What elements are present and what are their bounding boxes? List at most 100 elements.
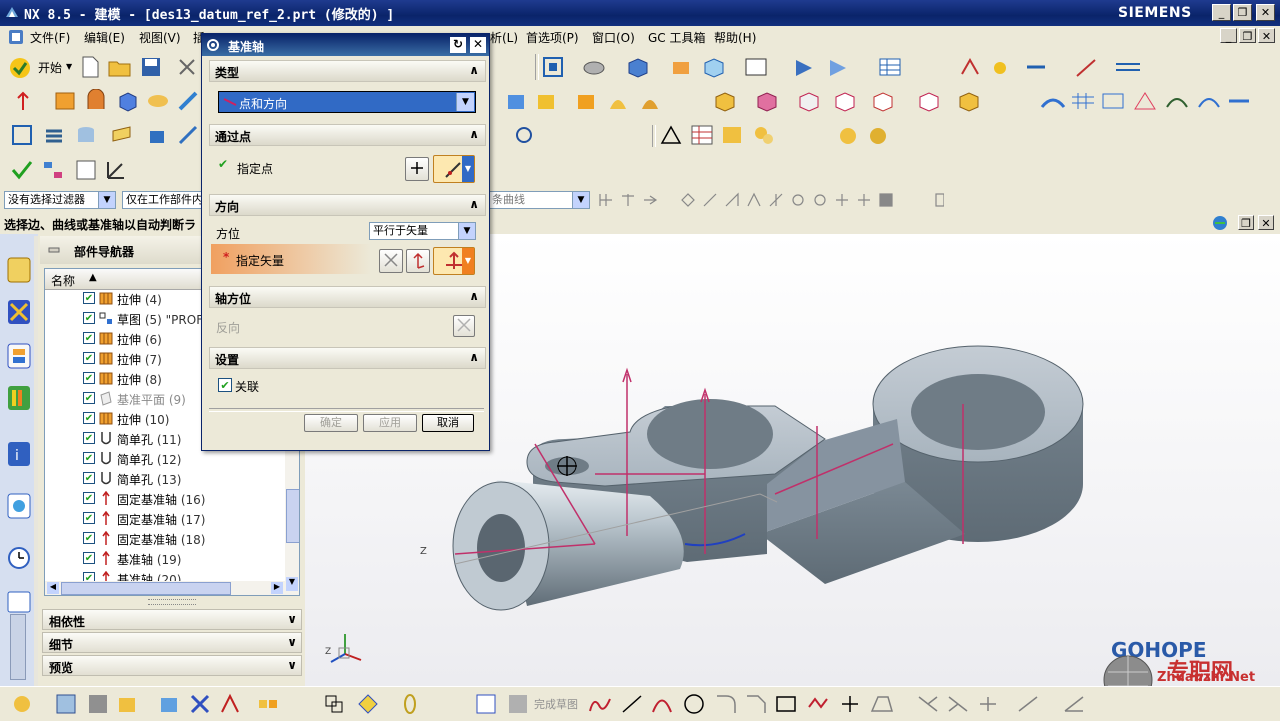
offset-curve-icon[interactable] xyxy=(868,693,896,715)
center-hole[interactable] xyxy=(647,399,773,469)
table-icon[interactable] xyxy=(878,56,902,78)
menu-view[interactable]: 视图(V) xyxy=(139,29,181,46)
menu-edit[interactable]: 编辑(E) xyxy=(84,29,125,46)
reverse-axis-button[interactable] xyxy=(453,315,475,337)
explode-icon[interactable] xyxy=(218,692,242,716)
assembly-constraint-icon[interactable] xyxy=(188,692,212,716)
mirror-feature-icon[interactable] xyxy=(754,89,780,113)
tag-icon[interactable] xyxy=(110,123,134,147)
wave-link-icon[interactable] xyxy=(356,692,380,716)
splitter-grip[interactable] xyxy=(148,599,196,605)
assembly-icon[interactable] xyxy=(146,123,170,147)
chamfer-icon[interactable] xyxy=(744,693,768,715)
component-icon[interactable] xyxy=(54,692,78,716)
view-restore-button[interactable]: ❐ xyxy=(1238,215,1254,230)
quick-trim-icon[interactable] xyxy=(916,693,940,715)
make-corner-icon[interactable] xyxy=(976,693,1000,715)
maximize-button[interactable]: ❐ xyxy=(1233,4,1252,21)
n-sided-icon[interactable] xyxy=(1196,89,1222,113)
tree-row[interactable]: ✔ 基准轴 (19) xyxy=(45,549,285,569)
point-dialog-button[interactable] xyxy=(405,157,429,181)
apply-button[interactable]: 应用 xyxy=(363,414,417,432)
sew-icon[interactable] xyxy=(1226,89,1252,113)
unite-icon[interactable] xyxy=(504,89,528,113)
clock-icon[interactable] xyxy=(6,544,32,572)
rectangle-icon[interactable] xyxy=(774,693,798,715)
globe-icon[interactable] xyxy=(1212,215,1228,231)
gear-group-icon[interactable] xyxy=(836,124,860,146)
snap-view-icon[interactable] xyxy=(826,56,850,78)
visibility-checkbox[interactable]: ✔ xyxy=(83,372,95,384)
render-style-icon[interactable] xyxy=(582,56,606,78)
open-folder-icon[interactable] xyxy=(108,56,132,78)
through-point-section-header[interactable]: 通过点 ∧ xyxy=(209,124,486,146)
profile-icon[interactable] xyxy=(588,693,612,715)
constraint-navigator-icon[interactable] xyxy=(6,298,32,326)
orientation-select[interactable]: 平行于矢量 ▼ xyxy=(369,222,476,240)
measure-icon[interactable] xyxy=(1024,56,1048,78)
system-materials-icon[interactable] xyxy=(6,588,32,616)
background-icon[interactable] xyxy=(744,56,768,78)
tree-row[interactable]: ✔ 简单孔 (12) xyxy=(45,449,285,469)
view-close-button[interactable]: ✕ xyxy=(1258,215,1274,230)
visibility-checkbox[interactable]: ✔ xyxy=(83,452,95,464)
visibility-checkbox[interactable]: ✔ xyxy=(83,412,95,424)
visibility-checkbox[interactable]: ✔ xyxy=(83,552,95,564)
visibility-checkbox[interactable]: ✔ xyxy=(83,292,95,304)
snap-point-icon[interactable] xyxy=(988,56,1012,78)
start-icon[interactable] xyxy=(8,56,32,80)
vertical-scroll-thumb[interactable] xyxy=(286,489,299,543)
arc-icon[interactable] xyxy=(650,693,674,715)
subtract-icon[interactable] xyxy=(534,89,558,113)
extrude-tool-icon[interactable] xyxy=(52,89,78,113)
vector-inference-button[interactable]: ▼ xyxy=(433,247,475,275)
close-button[interactable]: ✕ xyxy=(1256,4,1275,21)
scale-body-icon[interactable] xyxy=(916,89,942,113)
orient-view-icon[interactable] xyxy=(792,56,816,78)
finish-sketch-label[interactable]: 完成草图 xyxy=(534,696,578,712)
block-tool-icon[interactable] xyxy=(116,89,140,113)
preview-panel[interactable]: 预览 ∨ xyxy=(42,655,302,676)
filter-tool-icon[interactable] xyxy=(512,123,536,147)
new-file-icon[interactable] xyxy=(80,56,100,78)
web-browser-icon[interactable]: i xyxy=(6,440,32,468)
vector-dialog-button[interactable] xyxy=(406,249,430,273)
resource-scrollbar[interactable] xyxy=(10,614,26,680)
menu-preferences[interactable]: 首选项(P) xyxy=(526,29,579,46)
constraints-icon[interactable] xyxy=(1062,693,1086,715)
scroll-left-arrow-icon[interactable]: ◀ xyxy=(47,582,59,594)
scroll-right-arrow-icon[interactable]: ▶ xyxy=(271,582,283,594)
visibility-checkbox[interactable]: ✔ xyxy=(83,472,95,484)
visibility-checkbox[interactable]: ✔ xyxy=(83,532,95,544)
report-icon[interactable] xyxy=(74,158,98,182)
menu-file[interactable]: 文件(F) xyxy=(30,29,70,46)
details-panel[interactable]: 细节 ∨ xyxy=(42,632,302,653)
scope-filter-select[interactable]: 仅在工作部件内 xyxy=(122,191,210,209)
tree-horizontal-scrollbar[interactable]: ◀ ▶ xyxy=(45,581,285,595)
horizontal-scroll-thumb[interactable] xyxy=(61,582,231,595)
edge-blend-icon[interactable] xyxy=(176,89,200,113)
quick-extend-icon[interactable] xyxy=(946,693,970,715)
add-component-icon[interactable] xyxy=(116,692,140,716)
gear-group-2-icon[interactable] xyxy=(866,124,890,146)
revolve-tool-icon[interactable] xyxy=(84,89,108,113)
check-mate-icon[interactable] xyxy=(10,158,34,182)
selection-filter-select[interactable]: 没有选择过滤器 ▼ xyxy=(4,191,116,209)
spreadsheet-icon[interactable] xyxy=(690,124,714,146)
type-select[interactable]: 点和方向 ▼ xyxy=(218,91,476,113)
associative-checkbox[interactable]: ✔ xyxy=(218,378,232,392)
reuse-library-icon[interactable] xyxy=(6,384,32,412)
swept-icon[interactable] xyxy=(1100,89,1126,113)
synchronous-move-icon[interactable] xyxy=(10,123,34,147)
through-curves-icon[interactable] xyxy=(1132,89,1158,113)
ok-button[interactable]: 确定 xyxy=(304,414,358,432)
point-inference-button[interactable]: ▼ xyxy=(433,155,475,183)
visibility-checkbox[interactable]: ✔ xyxy=(83,432,95,444)
mesh-surface-icon[interactable] xyxy=(1070,89,1096,113)
layer-stack-icon[interactable] xyxy=(42,123,66,147)
cancel-button[interactable]: 取消 xyxy=(422,414,474,432)
layer-icon[interactable] xyxy=(670,56,692,78)
start-dropdown-icon[interactable]: ▼ xyxy=(66,62,72,71)
scroll-down-arrow-icon[interactable]: ▼ xyxy=(286,577,298,591)
model-tree-icon[interactable] xyxy=(42,158,66,182)
